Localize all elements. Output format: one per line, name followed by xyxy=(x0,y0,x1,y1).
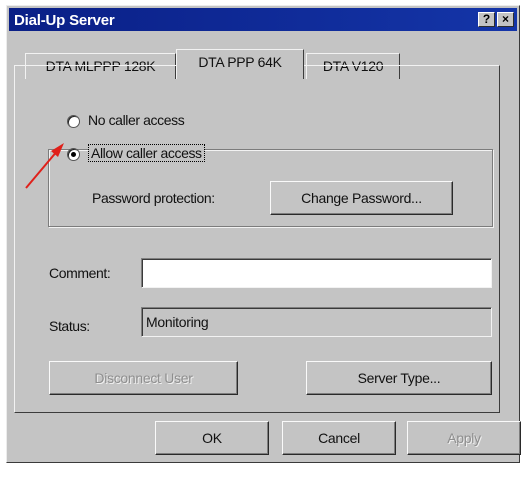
close-icon[interactable]: × xyxy=(497,12,514,27)
allow-caller-access-label[interactable]: Allow caller access xyxy=(88,144,205,162)
tab-panel xyxy=(14,65,500,413)
tab-dta-ppp-64k[interactable]: DTA PPP 64K xyxy=(176,49,304,79)
apply-button[interactable]: Apply xyxy=(407,421,521,455)
window-title: Dial-Up Server xyxy=(14,12,115,29)
help-icon[interactable]: ? xyxy=(478,12,495,27)
ok-button[interactable]: OK xyxy=(155,421,269,455)
cancel-button[interactable]: Cancel xyxy=(282,421,396,455)
title-bar[interactable]: Dial-Up Server ? × xyxy=(9,8,517,31)
